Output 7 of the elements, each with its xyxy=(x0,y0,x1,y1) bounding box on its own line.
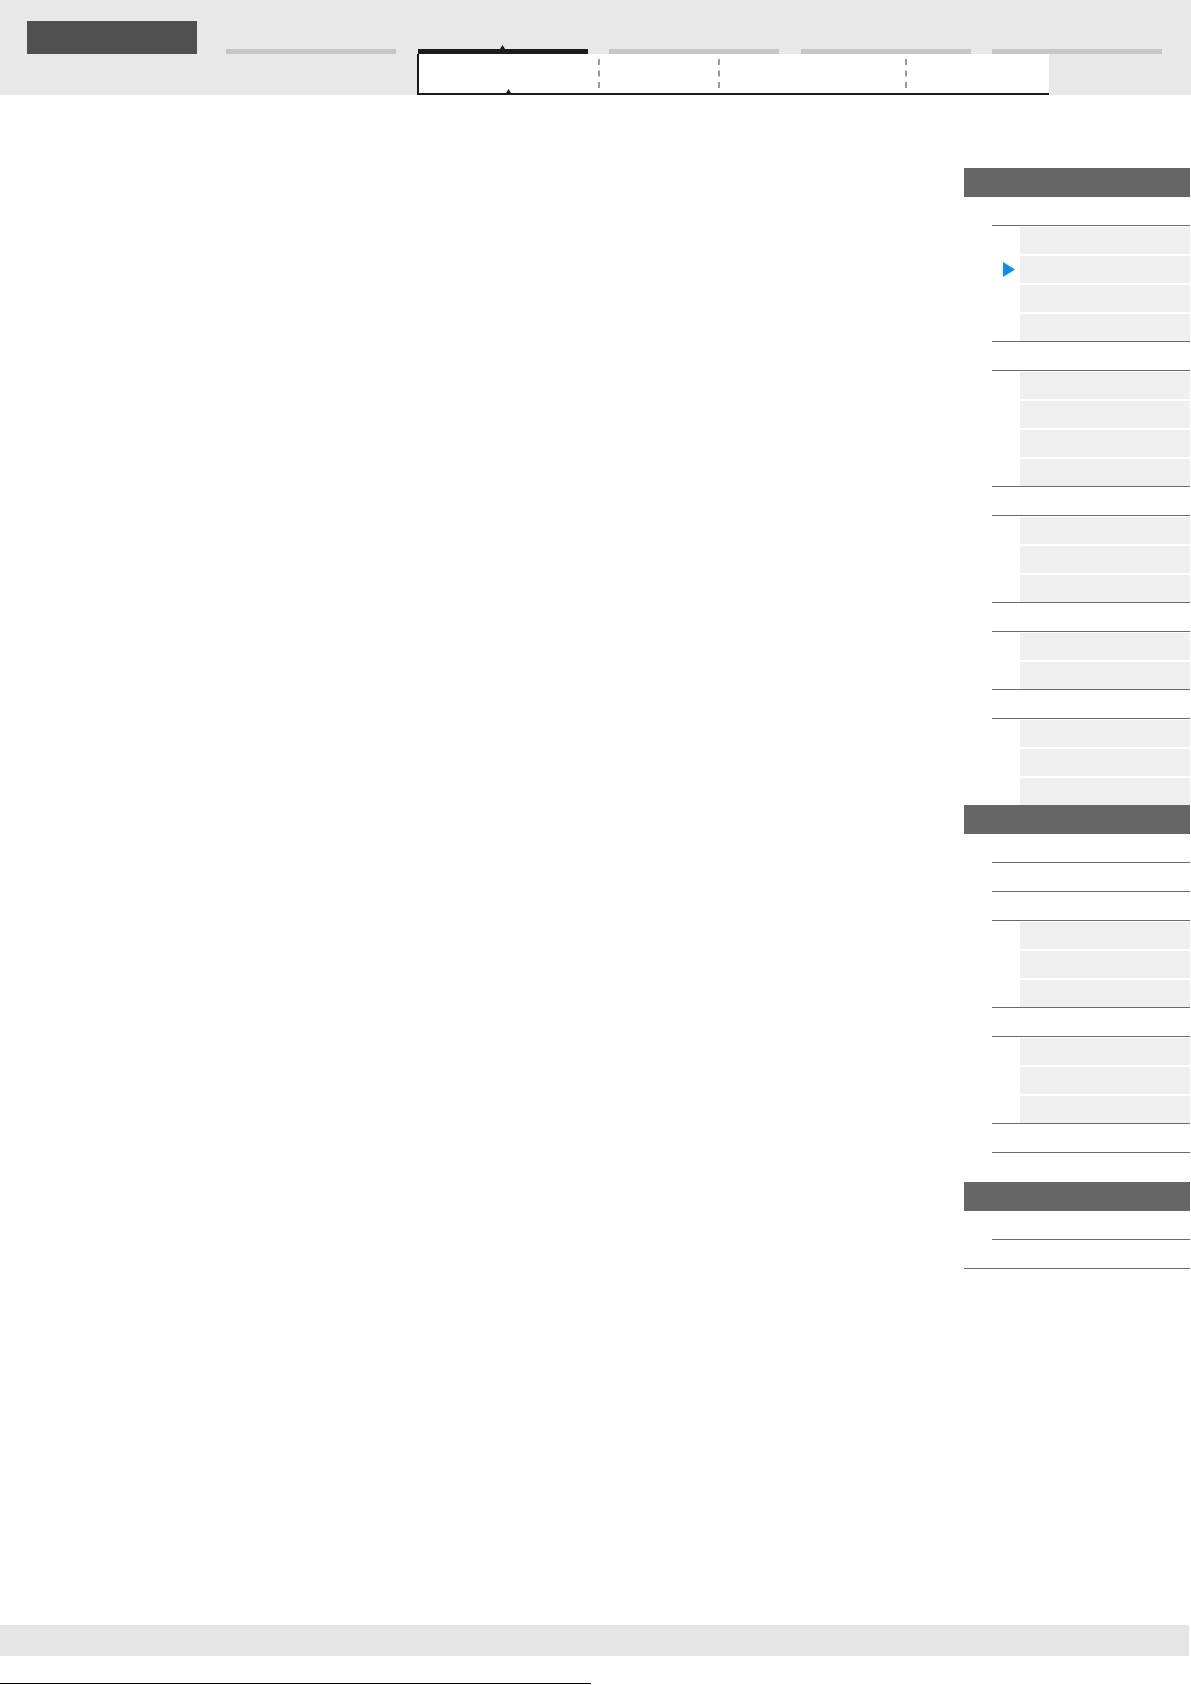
nav-tab[interactable] xyxy=(800,49,971,54)
subnav-item[interactable] xyxy=(1020,778,1190,805)
nav-tab[interactable] xyxy=(992,49,1162,54)
nav-tab[interactable] xyxy=(417,49,588,54)
nav-tab[interactable] xyxy=(226,49,396,54)
triangle-marker-icon xyxy=(1003,262,1015,277)
nav-tab[interactable] xyxy=(609,49,779,54)
